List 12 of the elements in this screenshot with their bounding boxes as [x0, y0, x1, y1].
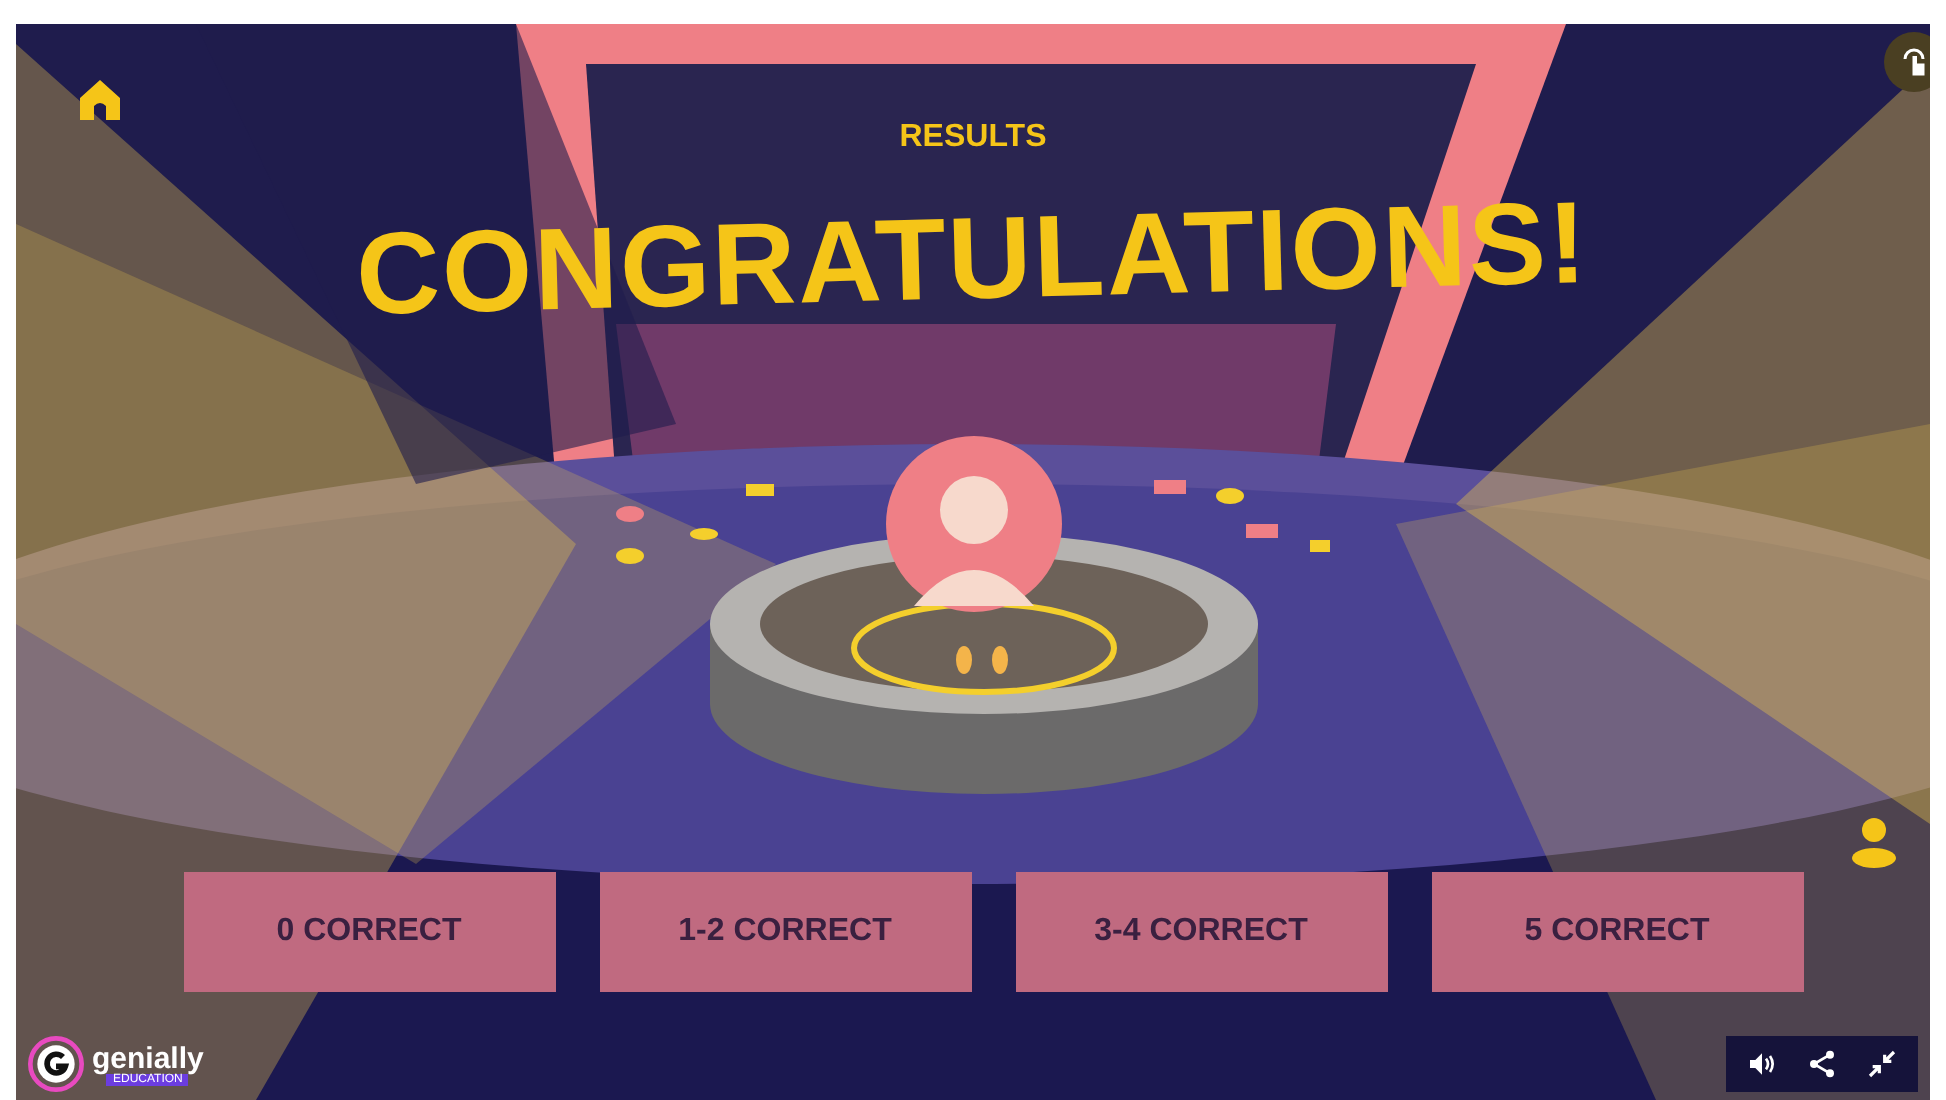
volume-icon[interactable] [1746, 1048, 1778, 1080]
home-icon[interactable] [76, 76, 124, 124]
share-icon[interactable] [1806, 1048, 1838, 1080]
person-icon[interactable] [1850, 816, 1898, 868]
result-option-button[interactable]: 1-2 CORRECT [599, 872, 971, 992]
result-option-button[interactable]: 5 CORRECT [1431, 872, 1803, 992]
results-subtitle: RESULTS [899, 120, 1047, 156]
exit-fullscreen-icon[interactable] [1866, 1048, 1898, 1080]
logo-icon[interactable] [28, 1036, 84, 1092]
result-option-button[interactable]: 3-4 CORRECT [1015, 872, 1387, 992]
logo-wordmark: genially [92, 1043, 204, 1073]
result-option-button[interactable]: 0 CORRECT [183, 872, 555, 992]
